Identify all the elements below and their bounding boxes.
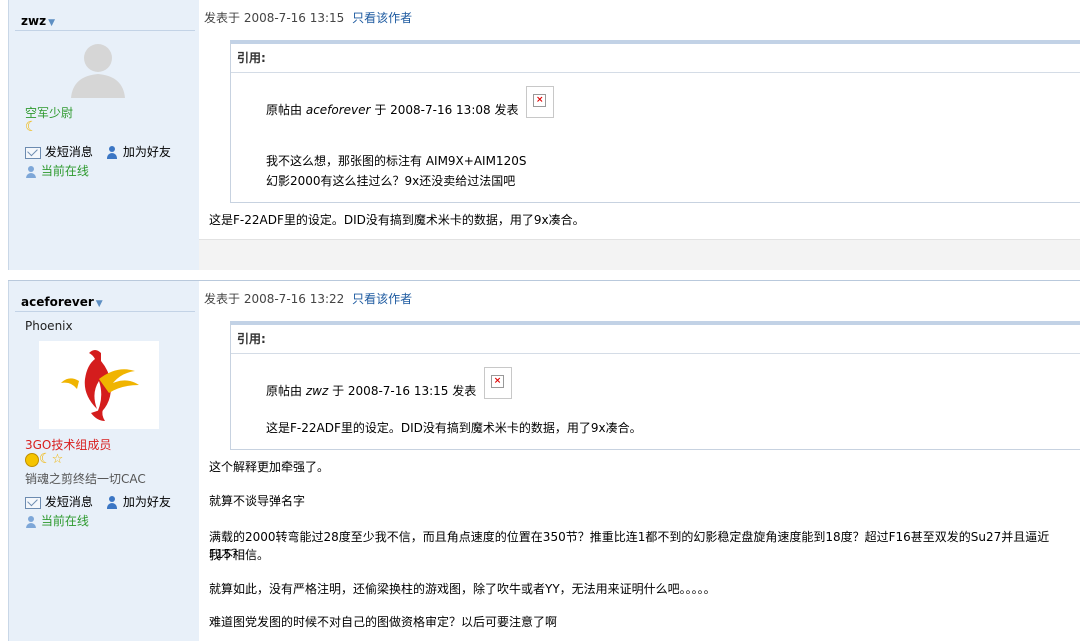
quote-title: 引用: [231, 44, 1080, 73]
mail-icon [25, 496, 41, 509]
smiley-icon [25, 452, 39, 467]
only-author-link[interactable]: 只看该作者 [352, 11, 412, 25]
post-body-line-3b: 我不相信。 [209, 548, 270, 562]
online-status: 当前在线 [25, 512, 89, 529]
quote-box: 引用: 原帖由 aceforever 于 2008-7-16 13:08 发表 … [230, 40, 1080, 203]
custom-title: Phoenix [25, 319, 73, 333]
post-body: 这是F-22ADF里的设定。DID没有搞到魔术米卡的数据，用了9x凑合。 [209, 213, 585, 227]
post-1: zwz ▼ 空军少尉 ☾ 发短消息 加为好友 当前在线 发表于 2008-7-16… [8, 0, 1080, 271]
online-status: 当前在线 [25, 162, 89, 179]
quote-text-1: 这是F-22ADF里的设定。DID没有搞到魔术米卡的数据，用了9x凑合。 [266, 421, 642, 435]
post-body-line-5: 难道图党发图的时候不对自己的图做资格审定？以后可要注意了啊 [209, 615, 558, 629]
broken-image-icon[interactable]: × [484, 367, 513, 399]
post-footer [199, 239, 1080, 270]
divider [15, 311, 195, 312]
quote-text-1: 我不这么想，那张图的标注有 AIM9X+AIM120S [266, 154, 527, 168]
avatar [39, 341, 159, 429]
send-message-link[interactable]: 发短消息 [25, 493, 93, 510]
quote-author[interactable]: zwz [306, 384, 328, 398]
online-user-icon [25, 165, 37, 179]
post-content: 发表于 2008-7-16 13:22 只看该作者 引用: 原帖由 zwz 于 … [199, 281, 1080, 641]
add-friend-icon [105, 495, 119, 510]
add-friend-link[interactable]: 加为好友 [105, 143, 171, 160]
moon-icon: ☾ [25, 119, 38, 135]
rank-icons: ☾☆ [25, 451, 63, 467]
divider [15, 30, 195, 31]
only-author-link[interactable]: 只看该作者 [352, 292, 412, 306]
post-2: aceforever ▼ Phoenix 3GO技术组成员 ☾☆ 销魂之剪终结一切… [8, 280, 1080, 641]
phoenix-logo-icon [61, 350, 139, 421]
post-separator [0, 270, 1080, 280]
post-meta: 发表于 2008-7-16 13:22 只看该作者 [204, 292, 413, 306]
author-name[interactable]: zwz ▼ [21, 14, 55, 28]
star-icon: ☆ [51, 452, 64, 467]
author-sidebar: aceforever ▼ Phoenix 3GO技术组成员 ☾☆ 销魂之剪终结一切… [8, 281, 200, 641]
add-friend-icon [105, 145, 119, 160]
quote-box: 引用: 原帖由 zwz 于 2008-7-16 13:15 发表 × 这是F-2… [230, 321, 1080, 450]
post-body-line-3: 满载的2000转弯能过28度至少我不信，而且角点速度的位置在350节？推重比连1… [209, 530, 1050, 561]
online-user-icon [25, 515, 37, 529]
moon-icon: ☾ [39, 451, 52, 467]
quote-text-2: 幻影2000有这么挂过么？9x还没卖给过法国吧 [266, 174, 516, 188]
post-meta: 发表于 2008-7-16 13:15 只看该作者 [204, 11, 413, 25]
chevron-down-icon[interactable]: ▼ [48, 18, 55, 28]
post-body-line-1: 这个解释更加牵强了。 [209, 460, 330, 474]
chevron-down-icon[interactable]: ▼ [96, 299, 103, 309]
add-friend-link[interactable]: 加为好友 [105, 493, 171, 510]
send-message-link[interactable]: 发短消息 [25, 143, 93, 160]
default-avatar [71, 44, 125, 98]
post-body-line-4: 就算如此，没有严格注明，还偷梁换柱的游戏图，除了吹牛或者YY，无法用来证明什么吧… [209, 582, 716, 596]
broken-image-icon[interactable]: × [526, 86, 555, 118]
quote-source: 原帖由 zwz 于 2008-7-16 13:15 发表 × [266, 367, 513, 399]
post-content: 发表于 2008-7-16 13:15 只看该作者 引用: 原帖由 acefor… [199, 0, 1080, 270]
post-body-line-2: 就算不谈导弹名字 [209, 494, 306, 508]
quote-author[interactable]: aceforever [306, 103, 371, 117]
mail-icon [25, 146, 41, 159]
author-sidebar: zwz ▼ 空军少尉 ☾ 发短消息 加为好友 当前在线 [8, 0, 200, 270]
quote-title: 引用: [231, 325, 1080, 354]
quote-source: 原帖由 aceforever 于 2008-7-16 13:08 发表 × [266, 86, 555, 118]
author-name[interactable]: aceforever ▼ [21, 295, 103, 309]
user-signature: 销魂之剪终结一切CAC [25, 472, 146, 486]
